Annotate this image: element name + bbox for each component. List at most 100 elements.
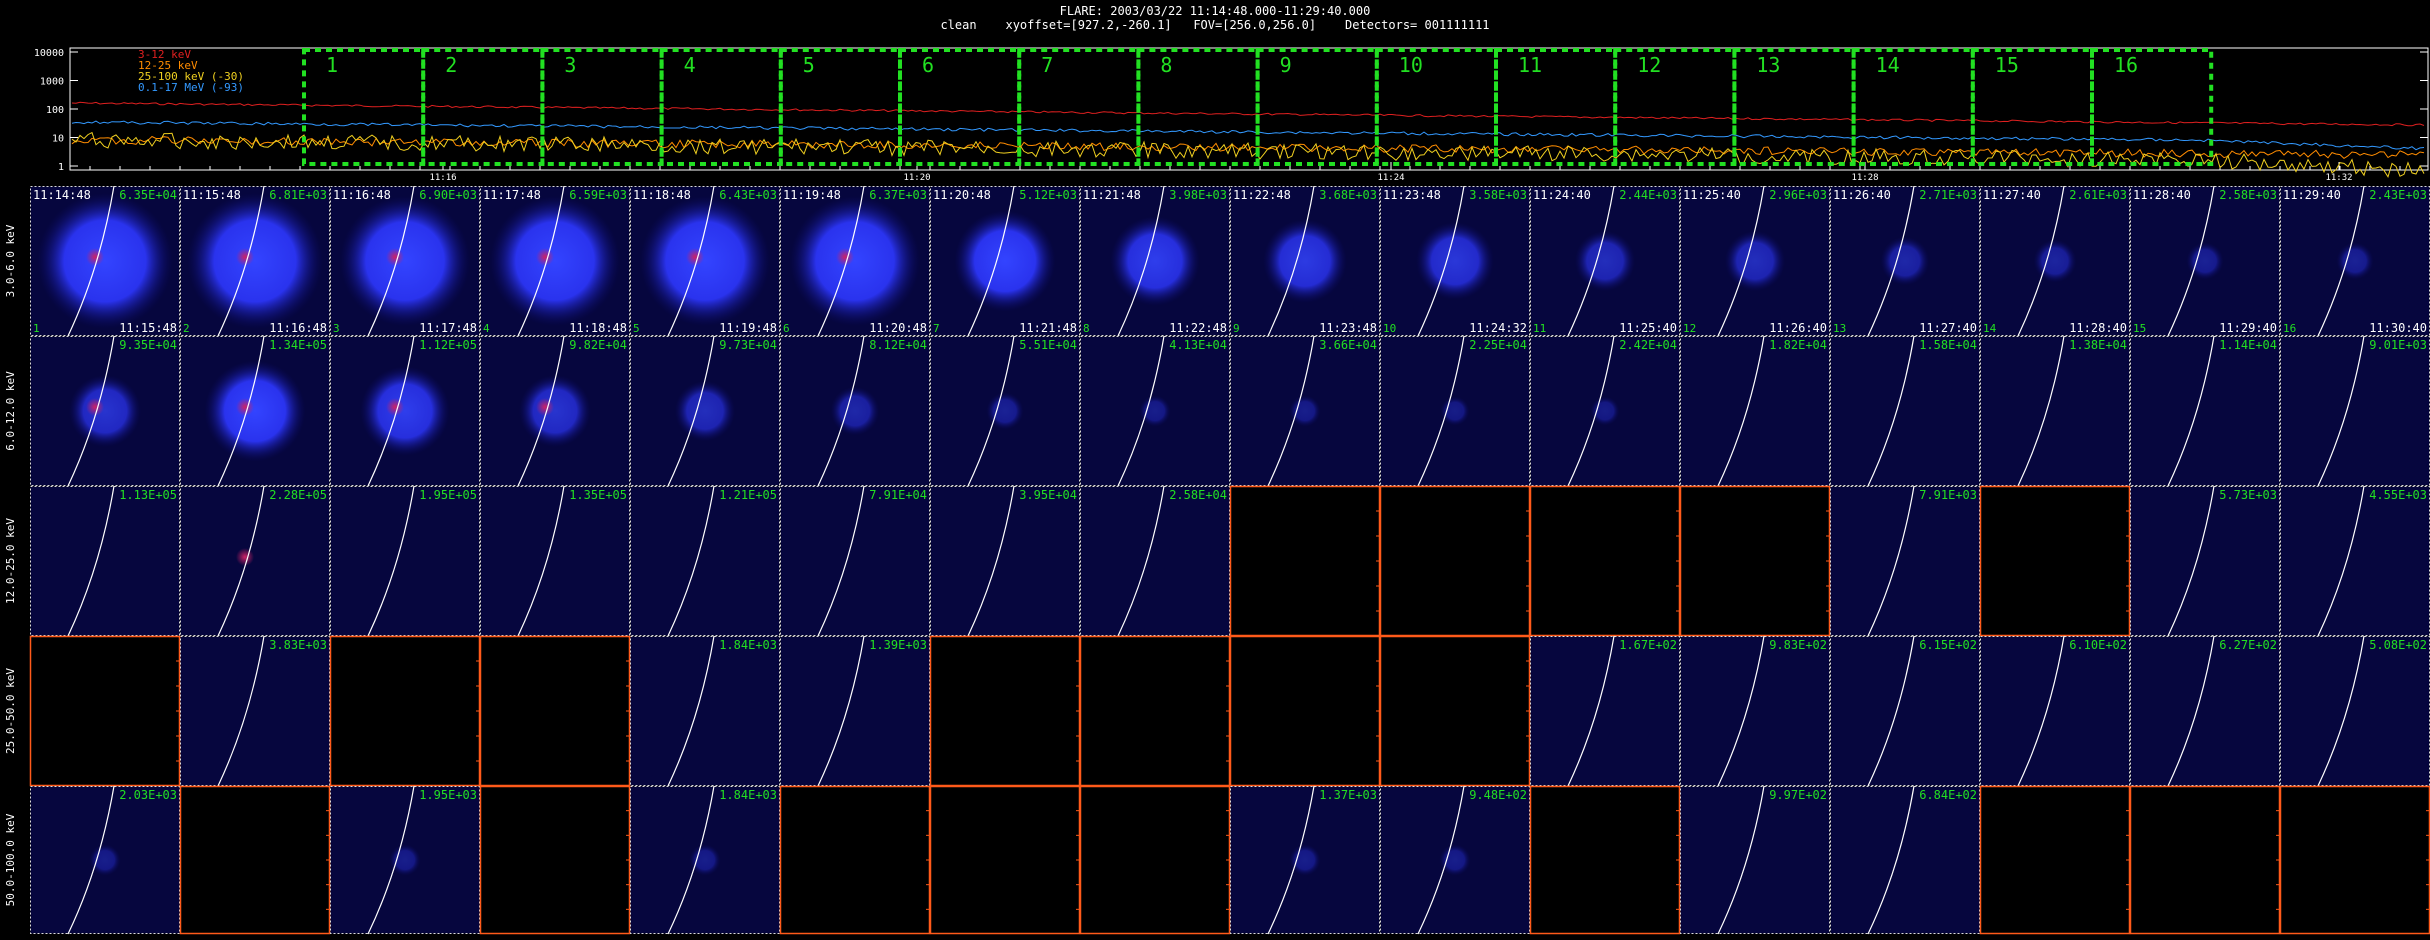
cell-counts: 9.97E+02 <box>1769 788 1827 802</box>
image-cell: 1.84E+03 <box>630 635 780 787</box>
cell-index: 9 <box>1233 322 1240 335</box>
image-grid: 3.0-6.0 keV11:14:48 6.35E+041 11:15:4811:1… <box>4 186 2430 935</box>
image-cell <box>1379 485 1531 637</box>
image-cell: 1.34E+05 <box>180 335 330 487</box>
cell-start-time: 11:18:48 <box>633 188 691 202</box>
image-cell <box>29 635 181 787</box>
cell-index: 8 <box>1083 322 1090 335</box>
row-label-4: 25.0-50.0 keV <box>4 668 17 754</box>
cell-counts: 9.35E+04 <box>119 338 177 352</box>
emission-blob <box>339 195 471 327</box>
image-cell: 5.08E+02 <box>2280 635 2430 787</box>
cell-end-time: 11:26:40 <box>1769 321 1827 335</box>
cell-start-time: 11:22:48 <box>1233 188 1291 202</box>
emission-blob <box>1880 236 1930 286</box>
emission-blob <box>89 844 121 876</box>
cell-frame <box>930 486 1080 636</box>
cell-index: 1 <box>33 322 40 335</box>
interval-box-6 <box>898 48 1022 166</box>
empty-cell-frame <box>1529 485 1681 637</box>
cell-counts: 6.59E+03 <box>569 188 627 202</box>
emission-core <box>536 248 554 266</box>
cell-frame <box>630 486 780 636</box>
image-cell <box>1979 485 2131 637</box>
interval-box-13 <box>1732 48 1856 166</box>
emission-core <box>386 248 404 266</box>
emission-blob <box>1590 396 1620 426</box>
emission-core <box>86 248 104 266</box>
empty-cell-frame <box>2279 785 2430 935</box>
image-cell: 2.42E+04 <box>1530 335 1680 487</box>
cell-index: 13 <box>1833 322 1846 335</box>
cell-counts: 3.58E+03 <box>1469 188 1527 202</box>
image-cell: 2.25E+04 <box>1380 335 1530 487</box>
image-cell: 11:20:48 5.12E+03 7 11:21:48 <box>930 186 1080 337</box>
image-cell <box>179 785 331 935</box>
empty-cell-frame <box>479 635 631 787</box>
empty-cell-frame <box>1079 635 1231 787</box>
cell-frame <box>180 486 330 636</box>
cell-start-time: 11:23:48 <box>1383 188 1441 202</box>
image-cell: 1.95E+05 <box>330 485 480 637</box>
interval-label-15: 15 <box>1995 53 2019 77</box>
emission-core <box>236 548 254 566</box>
cell-counts: 2.43E+03 <box>2369 188 2427 202</box>
cell-frame <box>1680 636 1830 786</box>
cell-frame <box>180 636 330 786</box>
interval-label-2: 2 <box>445 53 457 77</box>
emission-blob <box>1574 230 1636 292</box>
cell-end-time: 11:24:32 <box>1469 321 1527 335</box>
emission-blob <box>986 392 1024 430</box>
cell-frame <box>480 486 630 636</box>
image-cell <box>1679 485 1831 637</box>
cell-counts: 1.95E+03 <box>419 788 477 802</box>
y-tick-label: 10 <box>52 134 64 145</box>
empty-cell-frame <box>1229 635 1381 787</box>
cell-counts: 5.08E+02 <box>2369 638 2427 652</box>
emission-core <box>236 398 254 416</box>
image-cell: 11:18:48 6.43E+03 5 11:19:48 <box>630 186 780 337</box>
image-cell: 1.37E+03 <box>1230 785 1380 935</box>
cell-frame <box>2280 486 2430 636</box>
cell-counts: 6.43E+03 <box>719 188 777 202</box>
interval-box-11 <box>1494 48 1618 166</box>
image-cell: 1.38E+04 <box>1980 335 2130 487</box>
image-cell: 11:27:40 2.61E+03 14 11:28:40 <box>1980 186 2130 337</box>
image-cell: 11:23:48 3.58E+03 10 11:24:32 <box>1380 186 1530 337</box>
cell-frame <box>1530 636 1680 786</box>
cell-end-time: 11:15:48 <box>119 321 177 335</box>
image-cell <box>2279 785 2430 935</box>
interval-box-14 <box>1851 48 1975 166</box>
empty-cell-frame <box>1679 485 1831 637</box>
interval-label-12: 12 <box>1637 53 1661 77</box>
row-label-3: 12.0-25.0 keV <box>4 518 17 604</box>
cell-end-time: 11:20:48 <box>869 321 927 335</box>
image-cell: 4.55E+03 <box>2280 485 2430 637</box>
x-tick-label: 11:24 <box>1377 173 1404 180</box>
interval-label-14: 14 <box>1876 53 1900 77</box>
cell-start-time: 11:26:40 <box>1833 188 1891 202</box>
x-tick-label: 11:32 <box>2325 173 2352 180</box>
emission-blob <box>1439 844 1471 876</box>
empty-cell-frame <box>1979 485 2131 637</box>
cell-counts: 6.37E+03 <box>869 188 927 202</box>
image-cell: 6.27E+02 <box>2130 635 2280 787</box>
interval-label-16: 16 <box>2114 53 2138 77</box>
cell-frame <box>1980 336 2130 486</box>
image-cell: 4.13E+04 <box>1080 335 1230 487</box>
image-cell: 1.67E+02 <box>1530 635 1680 787</box>
interval-label-8: 8 <box>1160 53 1172 77</box>
emission-core <box>836 248 854 266</box>
cell-counts: 6.10E+02 <box>2069 638 2127 652</box>
legend-entry-4: 0.1-17 MeV (-93) <box>138 81 244 94</box>
cell-frame <box>330 486 480 636</box>
emission-core <box>686 248 704 266</box>
cell-frame <box>1830 636 1980 786</box>
image-cell <box>2129 785 2281 935</box>
cell-end-time: 11:25:40 <box>1619 321 1677 335</box>
image-cell: 11:14:48 6.35E+04 1 11:15:48 <box>30 186 180 337</box>
cell-start-time: 11:28:40 <box>2133 188 2191 202</box>
cell-frame <box>1680 786 1830 934</box>
cell-counts: 6.90E+03 <box>419 188 477 202</box>
emission-blob <box>518 374 592 448</box>
